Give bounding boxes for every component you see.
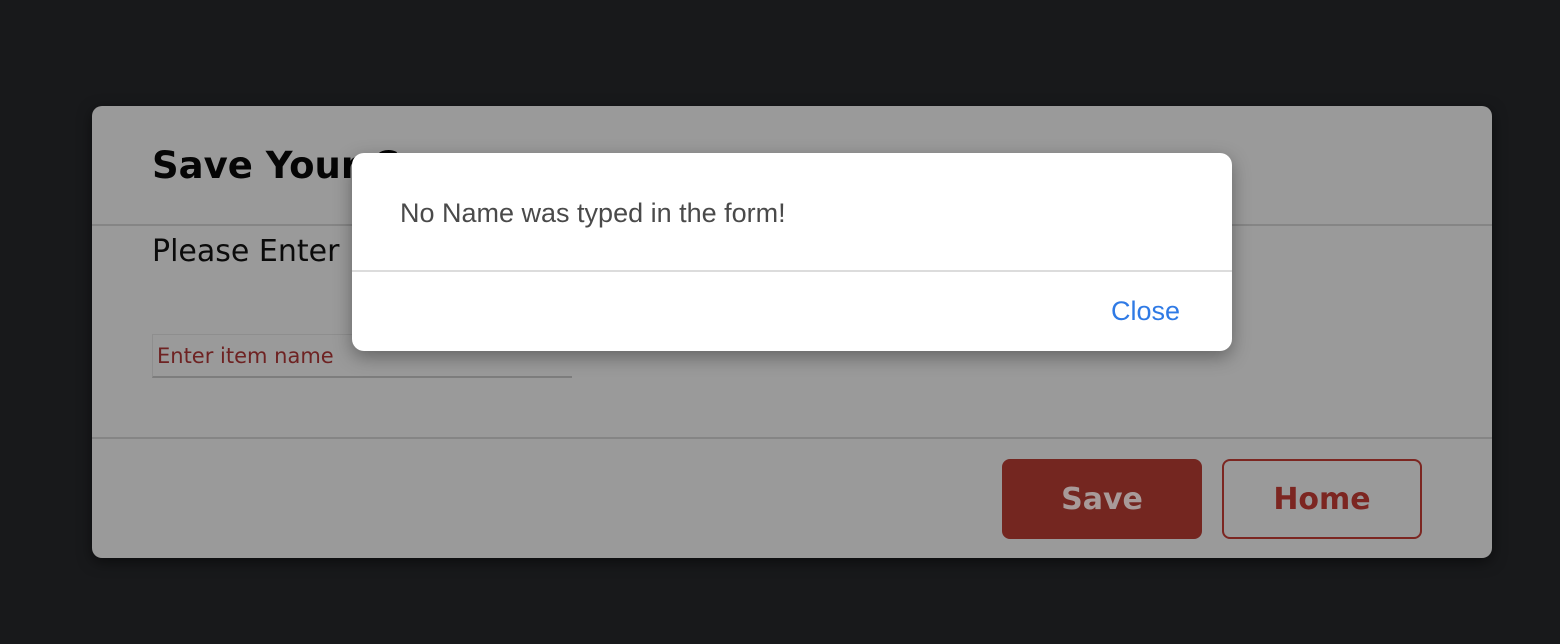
save-button[interactable]: Save (1002, 459, 1202, 539)
alert-dialog: No Name was typed in the form! Close (352, 153, 1232, 351)
alert-message: No Name was typed in the form! (400, 198, 786, 228)
alert-divider (352, 270, 1232, 272)
alert-close-button[interactable]: Close (1111, 296, 1180, 327)
footer-divider (92, 437, 1492, 439)
page: Save Your C Please Enter Save Home No Na… (0, 0, 1560, 644)
form-prompt: Please Enter (152, 234, 340, 269)
home-button[interactable]: Home (1222, 459, 1422, 539)
